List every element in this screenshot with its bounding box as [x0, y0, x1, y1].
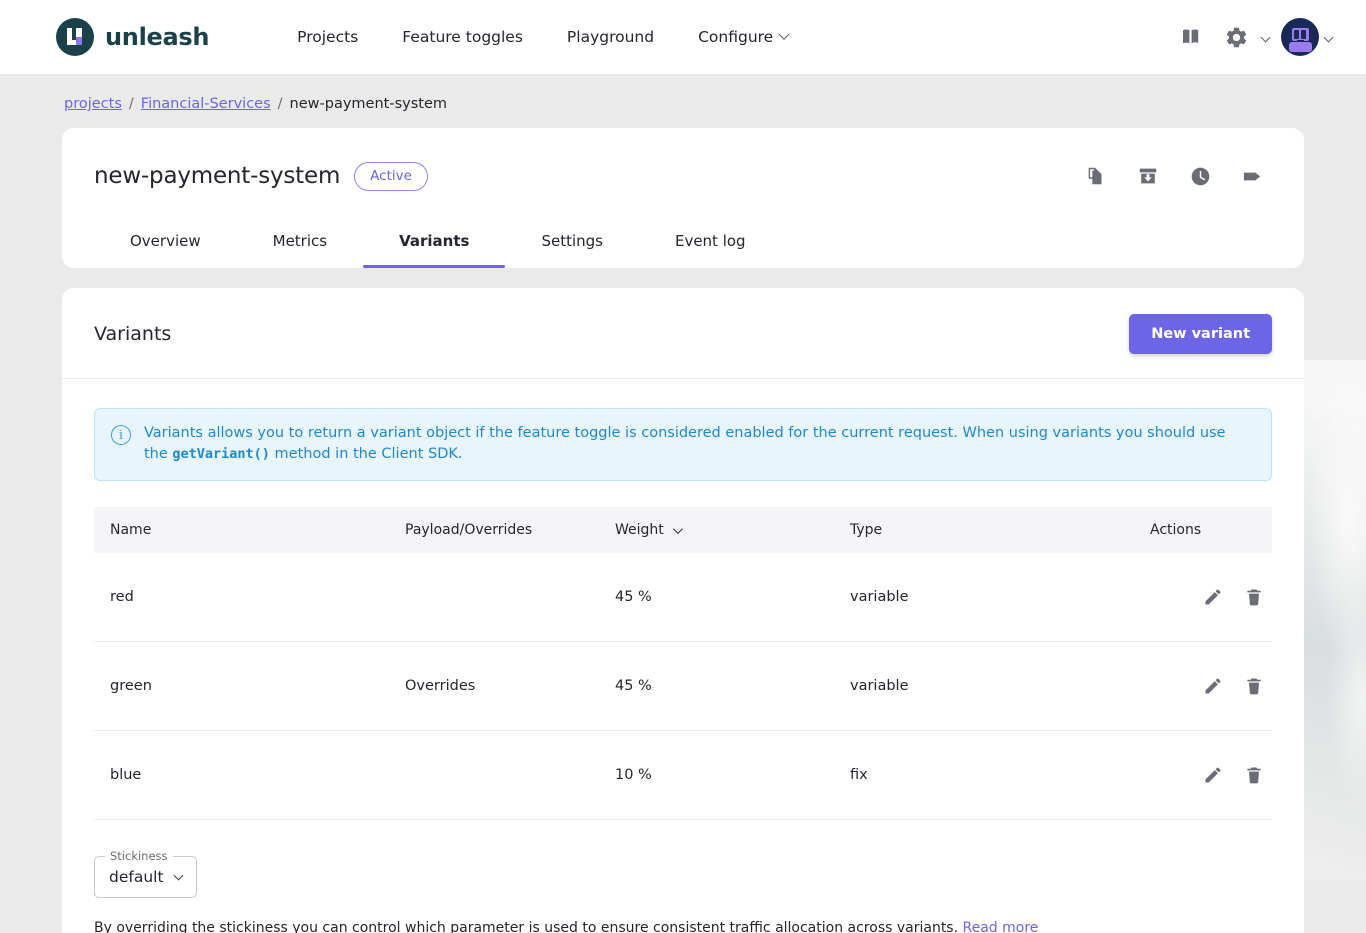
cell-variant-name: red [94, 553, 389, 642]
brand-name: unleash [105, 23, 209, 51]
breadcrumb-separator: / [129, 96, 134, 112]
edit-variant-icon[interactable] [1195, 757, 1231, 793]
tab-event-log[interactable]: Event log [639, 218, 782, 268]
column-header-weight[interactable]: Weight [599, 507, 834, 553]
cell-variant-payload [389, 731, 599, 820]
table-header-row: Name Payload/Overrides Weight Type Actio… [94, 507, 1272, 553]
tab-overview-label: Overview [130, 232, 201, 250]
column-header-actions: Actions [1134, 507, 1272, 553]
stickiness-help-text: By overriding the stickiness you can con… [94, 920, 1272, 933]
chevron-down-icon [779, 29, 790, 40]
tab-variants[interactable]: Variants [363, 218, 505, 268]
info-circle-icon: i [111, 425, 131, 445]
edit-variant-icon[interactable] [1195, 579, 1231, 615]
variants-table: Name Payload/Overrides Weight Type Actio… [94, 507, 1272, 820]
add-tag-icon[interactable] [1232, 156, 1272, 196]
feature-history-icon[interactable] [1180, 156, 1220, 196]
top-nav-actions [1172, 17, 1340, 57]
new-variant-button[interactable]: New variant [1129, 314, 1272, 354]
breadcrumb: projects / Financial-Services / new-paym… [0, 74, 1366, 128]
cell-variant-payload: Overrides [389, 642, 599, 731]
nav-item-playground[interactable]: Playground [545, 19, 676, 55]
tab-metrics[interactable]: Metrics [237, 218, 363, 268]
cell-variant-payload [389, 553, 599, 642]
stickiness-help-copy: By overriding the stickiness you can con… [94, 920, 963, 933]
tab-event-log-label: Event log [675, 232, 746, 250]
cell-variant-type: variable [834, 553, 1134, 642]
cell-row-actions [1134, 553, 1272, 642]
alert-code-snippet: getVariant() [172, 446, 270, 462]
column-header-payload[interactable]: Payload/Overrides [389, 507, 599, 553]
stickiness-section: Stickiness default By overriding the sti… [62, 820, 1304, 933]
stickiness-select[interactable]: Stickiness default [94, 856, 197, 898]
variants-section-title: Variants [94, 323, 171, 345]
copy-feature-icon[interactable] [1076, 156, 1116, 196]
user-avatar[interactable] [1281, 18, 1319, 56]
feature-tabs: Overview Metrics Variants Settings Event… [62, 218, 1304, 268]
column-header-name[interactable]: Name [94, 507, 389, 553]
breadcrumb-item-current: new-payment-system [290, 96, 447, 112]
cell-variant-name: green [94, 642, 389, 731]
feature-action-icons [1076, 156, 1272, 196]
variants-table-body: red 45 % variable [94, 553, 1272, 820]
primary-nav: Projects Feature toggles Playground Conf… [275, 19, 810, 55]
archive-feature-icon[interactable] [1128, 156, 1168, 196]
edit-variant-icon[interactable] [1195, 668, 1231, 704]
stickiness-selected-value: default [109, 868, 164, 886]
unleash-logo-icon [56, 18, 94, 56]
variants-info-alert-text: Variants allows you to return a variant … [144, 423, 1253, 464]
cell-row-actions [1134, 731, 1272, 820]
tab-metrics-label: Metrics [273, 232, 327, 250]
profile-chevron-down-icon[interactable] [1324, 32, 1334, 42]
status-badge: Active [354, 162, 428, 191]
tab-settings-label: Settings [541, 232, 603, 250]
cell-variant-weight: 45 % [599, 642, 834, 731]
nav-item-feature-toggles-label: Feature toggles [402, 28, 523, 46]
brand-home-link[interactable]: unleash [56, 18, 209, 56]
nav-item-playground-label: Playground [567, 28, 654, 46]
page-title: new-payment-system [94, 163, 340, 189]
variants-header: Variants New variant [62, 288, 1304, 379]
nav-item-projects[interactable]: Projects [275, 19, 380, 55]
settings-gear-icon[interactable] [1216, 17, 1256, 57]
nav-item-configure[interactable]: Configure [676, 19, 810, 55]
tab-variants-label: Variants [399, 232, 469, 250]
table-row: red 45 % variable [94, 553, 1272, 642]
feature-header-row: new-payment-system Active [62, 128, 1304, 218]
variants-card: Variants New variant i Variants allows y… [62, 288, 1304, 933]
cell-variant-type: variable [834, 642, 1134, 731]
cell-variant-name: blue [94, 731, 389, 820]
documentation-book-icon[interactable] [1172, 17, 1212, 57]
chevron-down-icon [173, 871, 183, 881]
breadcrumb-item-project[interactable]: Financial-Services [141, 96, 271, 112]
breadcrumb-separator: / [278, 96, 283, 112]
chevron-down-icon [673, 524, 683, 534]
read-more-link[interactable]: Read more [963, 920, 1039, 933]
page-root: unleash Projects Feature toggles Playgro… [0, 0, 1366, 933]
settings-chevron-down-icon[interactable] [1261, 32, 1271, 42]
tab-overview[interactable]: Overview [94, 218, 237, 268]
table-row: blue 10 % fix [94, 731, 1272, 820]
cell-variant-weight: 45 % [599, 553, 834, 642]
column-header-weight-label: Weight [615, 522, 664, 538]
alert-text-after: method in the Client SDK. [270, 446, 463, 462]
tab-settings[interactable]: Settings [505, 218, 639, 268]
nav-item-feature-toggles[interactable]: Feature toggles [380, 19, 545, 55]
top-navigation-bar: unleash Projects Feature toggles Playgro… [0, 0, 1366, 74]
delete-variant-icon[interactable] [1236, 668, 1272, 704]
cell-row-actions [1134, 642, 1272, 731]
stickiness-label: Stickiness [105, 849, 173, 863]
table-row: green Overrides 45 % variable [94, 642, 1272, 731]
nav-item-configure-label: Configure [698, 28, 773, 46]
cell-variant-weight: 10 % [599, 731, 834, 820]
delete-variant-icon[interactable] [1236, 757, 1272, 793]
variants-table-head: Name Payload/Overrides Weight Type Actio… [94, 507, 1272, 553]
cell-variant-type: fix [834, 731, 1134, 820]
breadcrumb-item-projects[interactable]: projects [64, 96, 122, 112]
nav-item-projects-label: Projects [297, 28, 358, 46]
feature-header-card: new-payment-system Active [62, 128, 1304, 268]
column-header-type[interactable]: Type [834, 507, 1134, 553]
delete-variant-icon[interactable] [1236, 579, 1272, 615]
variants-info-alert: i Variants allows you to return a varian… [94, 408, 1272, 481]
